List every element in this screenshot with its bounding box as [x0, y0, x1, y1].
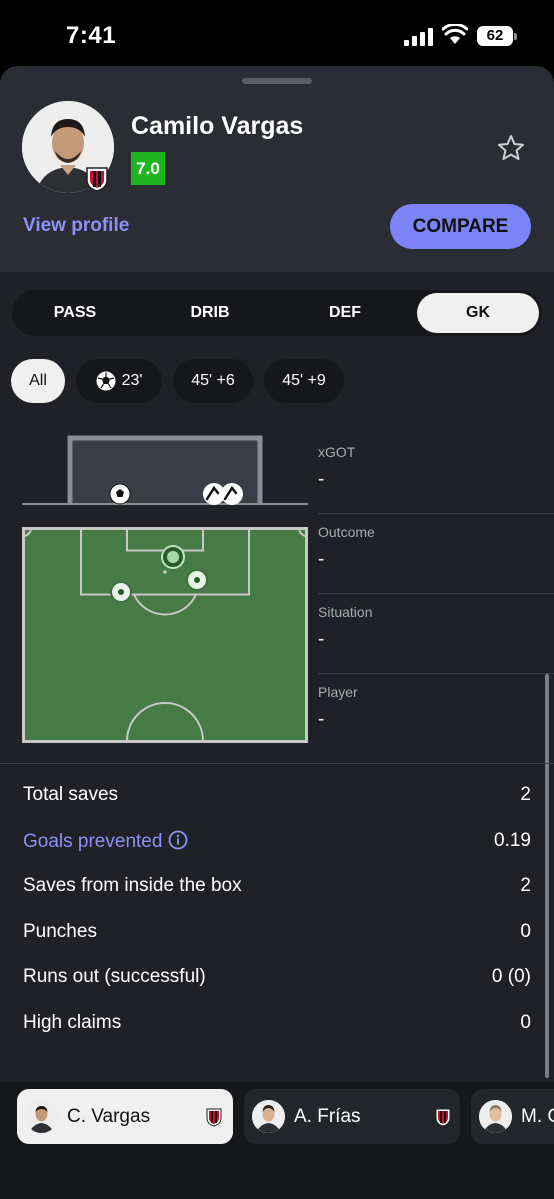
stat-label-link[interactable]: Goals prevented: [23, 830, 188, 853]
signal-icon: [404, 28, 433, 46]
player-card-avatar: [479, 1100, 512, 1133]
rating-badge: 7.0: [131, 152, 165, 185]
player-card-avatar: [25, 1100, 58, 1133]
tab-def[interactable]: DEF: [286, 293, 404, 333]
stat-label: Total saves: [23, 784, 119, 805]
player-value: -: [318, 709, 325, 730]
tab-pass[interactable]: PASS: [16, 293, 134, 333]
player-card-name: M. C: [521, 1106, 554, 1127]
filter-chip-45-9[interactable]: 45' +9: [264, 359, 344, 403]
stat-value: 0 (0): [491, 966, 531, 987]
club-badge-icon: [206, 1108, 222, 1127]
shot-marker-2[interactable]: [186, 569, 208, 591]
stat-label: High claims: [23, 1011, 122, 1033]
outcome-label: Outcome: [318, 524, 375, 540]
club-badge-icon: [435, 1108, 451, 1127]
player-card-vargas[interactable]: C. Vargas: [17, 1089, 233, 1144]
player-card-avatar: [252, 1100, 285, 1133]
stat-value: 0: [520, 1011, 531, 1033]
stat-category-tabs: PASS DRIB DEF GK: [12, 290, 542, 336]
pitch-shot-map: [22, 527, 308, 743]
xgot-value: -: [318, 469, 325, 490]
stat-row-total-saves: Total saves 2: [23, 772, 531, 818]
tab-drib[interactable]: DRIB: [151, 293, 269, 333]
info-icon[interactable]: [168, 830, 188, 850]
stat-row-saves-inside-box: Saves from inside the box 2: [23, 863, 531, 909]
player-stats-sheet: Camilo Vargas 7.0 View profile COMPARE P…: [0, 66, 554, 1199]
filter-chip-all[interactable]: All: [11, 359, 65, 403]
stat-value: 0.19: [494, 829, 531, 851]
filter-chip-23[interactable]: 23': [76, 359, 162, 403]
shot-marker-goal[interactable]: [161, 545, 185, 569]
favorite-star-icon[interactable]: [496, 133, 526, 163]
player-header: Camilo Vargas 7.0 View profile COMPARE: [0, 66, 554, 272]
divider: [0, 763, 554, 764]
stat-row-runs-out: Runs out (successful) 0 (0): [23, 954, 531, 1000]
goals-prevented-label: Goals prevented: [23, 830, 163, 852]
scrollbar[interactable]: [545, 674, 549, 1078]
player-label: Player: [318, 684, 358, 700]
battery-icon: 62: [477, 26, 517, 46]
situation-block: Situation -: [318, 594, 554, 674]
shot-ball-marker[interactable]: [109, 483, 131, 505]
stat-row-goals-prevented[interactable]: Goals prevented 0.19: [23, 818, 531, 864]
shot-marker-1[interactable]: [110, 581, 132, 603]
situation-value: -: [318, 629, 325, 650]
stat-label: Punches: [23, 920, 97, 942]
stat-row-punches: Punches 0: [23, 909, 531, 955]
view-profile-link[interactable]: View profile: [23, 215, 129, 237]
filter-chip-45-6[interactable]: 45' +6: [173, 359, 253, 403]
stat-label: Saves from inside the box: [23, 875, 242, 896]
outcome-block: Outcome -: [318, 514, 554, 594]
stat-label: Runs out (successful): [23, 966, 206, 987]
situation-label: Situation: [318, 604, 373, 620]
tab-gk[interactable]: GK: [417, 293, 539, 333]
xgot-label: xGOT: [318, 444, 356, 460]
wifi-icon: [442, 24, 468, 44]
goal-frame-diagram: [22, 435, 308, 505]
player-carousel: C. Vargas A. Frías M. C: [0, 1082, 554, 1199]
battery-level: 62: [477, 26, 513, 46]
sheet-drag-handle[interactable]: [242, 78, 312, 84]
club-badge-icon: [86, 167, 108, 192]
status-bar: 7:41 62: [0, 0, 554, 70]
stat-value: 2: [520, 875, 531, 896]
player-card-frias[interactable]: A. Frías: [244, 1089, 460, 1144]
shot-details-panel: xGOT - Outcome - Situation - Player -: [318, 434, 554, 754]
player-card-name: C. Vargas: [67, 1106, 151, 1127]
xgot-block: xGOT -: [318, 434, 554, 514]
player-block: Player -: [318, 674, 554, 754]
player-card-name: A. Frías: [294, 1106, 361, 1127]
stat-value: 0: [520, 920, 531, 942]
filter-chip-label: 23': [121, 372, 143, 389]
goalkeeping-stats-list: Total saves 2 Goals prevented 0.19 Saves…: [23, 772, 531, 1045]
stat-value: 2: [520, 784, 531, 805]
outcome-value: -: [318, 549, 325, 570]
player-name: Camilo Vargas: [131, 112, 304, 140]
compare-button[interactable]: COMPARE: [390, 204, 531, 249]
stat-row-high-claims: High claims 0: [23, 1000, 531, 1046]
player-card-next[interactable]: M. C: [471, 1089, 554, 1144]
status-time: 7:41: [66, 22, 117, 49]
football-icon: [96, 371, 116, 391]
